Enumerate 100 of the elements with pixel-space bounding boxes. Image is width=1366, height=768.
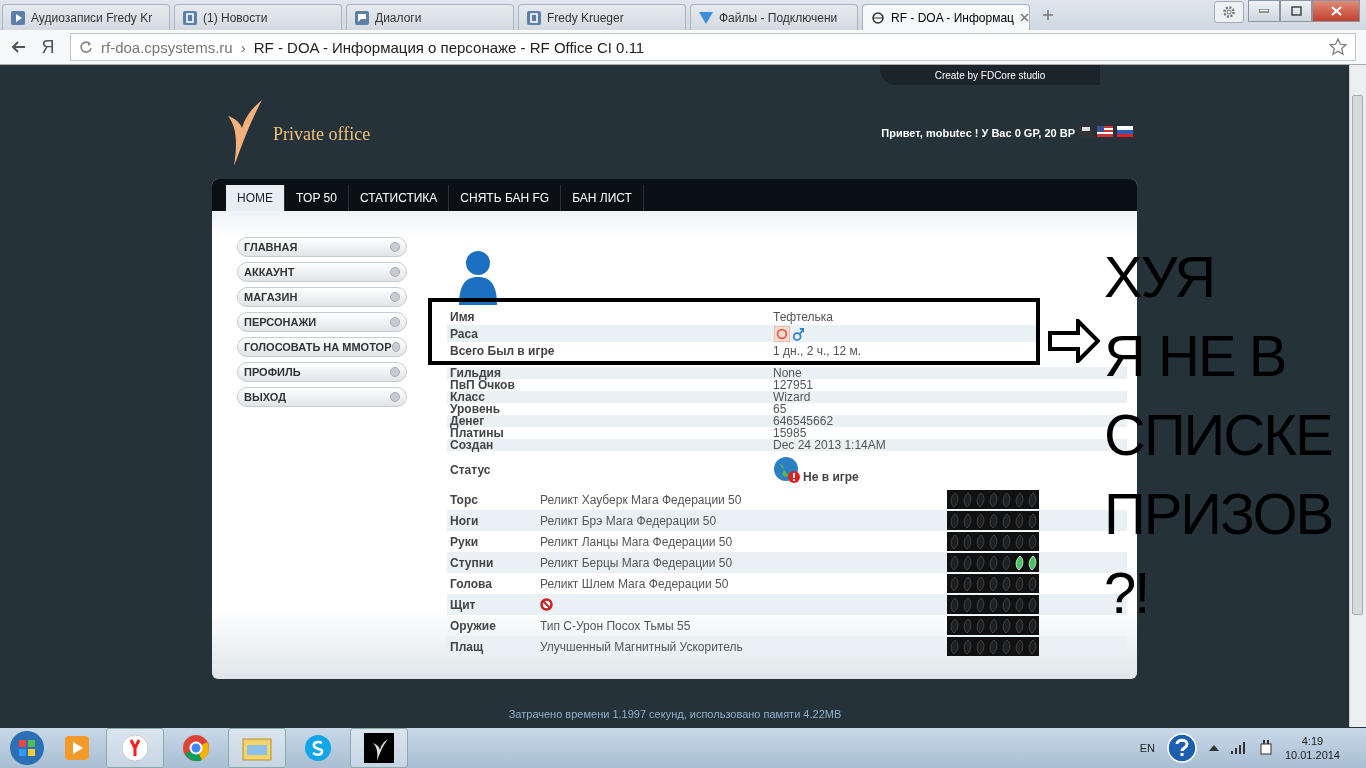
floppy-icon bbox=[1079, 126, 1093, 137]
field-label: Раса bbox=[449, 326, 479, 341]
field-label: Класс bbox=[449, 391, 486, 403]
new-tab-icon[interactable] bbox=[1042, 9, 1054, 21]
nav-tab[interactable]: СТАТИСТИКА bbox=[348, 185, 450, 211]
close-button[interactable] bbox=[1312, 0, 1360, 22]
item-name: Реликт Шлем Мага Федерации 50 bbox=[540, 576, 730, 591]
race-icon bbox=[774, 325, 790, 342]
menu-button[interactable]: ПРОФИЛЬ bbox=[237, 362, 407, 382]
reload-icon[interactable] bbox=[79, 40, 93, 54]
nav-tab[interactable]: БАН ЛИСТ bbox=[561, 185, 644, 211]
field-label: Платины bbox=[449, 427, 505, 439]
male-symbol-icon bbox=[792, 325, 804, 342]
item-name: Реликт Брэ Мага Федерации 50 bbox=[540, 513, 718, 528]
tab-title: Диалоги bbox=[375, 10, 422, 25]
slot-label: Ступни bbox=[449, 555, 495, 570]
arrow-drawing bbox=[1048, 319, 1100, 363]
field-label: Статус bbox=[449, 463, 492, 477]
maximize-button[interactable] bbox=[1280, 0, 1312, 22]
browser-tab[interactable]: Файлы - Подключени bbox=[690, 4, 858, 30]
field-value: Dec 24 2013 1:14AM bbox=[773, 439, 887, 451]
menu-button[interactable]: ВЫХОД bbox=[237, 387, 407, 407]
scrollbar-thumb[interactable] bbox=[1352, 95, 1363, 615]
slot-label: Ноги bbox=[449, 513, 480, 528]
globe-warning-icon bbox=[773, 456, 801, 484]
back-icon[interactable] bbox=[10, 40, 26, 54]
slot-label: Плащ bbox=[449, 639, 485, 654]
help-icon[interactable] bbox=[1166, 733, 1197, 763]
field-label: Создан bbox=[449, 439, 495, 451]
tile-icon bbox=[527, 10, 541, 25]
slot-label: Голова bbox=[449, 576, 493, 591]
tab-title: (1) Новости bbox=[203, 10, 268, 25]
signal-icon[interactable] bbox=[1230, 742, 1247, 754]
settings-button[interactable] bbox=[1214, 1, 1244, 23]
field-value: 127951 bbox=[773, 379, 815, 391]
plug-icon[interactable] bbox=[1258, 740, 1273, 756]
menu-button[interactable]: МАГАЗИН bbox=[237, 287, 407, 307]
browser-tab[interactable]: (1) Новости bbox=[174, 4, 342, 30]
caret-icon[interactable] bbox=[1208, 745, 1219, 751]
menu-button[interactable]: ГОЛОСОВАТЬ НА ММОТОР bbox=[237, 337, 407, 357]
flag-icon[interactable] bbox=[1117, 126, 1133, 137]
clock[interactable]: 4:19 10.01.2014 bbox=[1284, 734, 1340, 762]
nav-tab[interactable]: СНЯТЬ БАН FG bbox=[449, 185, 562, 211]
field-label: Уровень bbox=[449, 403, 502, 415]
field-label: ПвП Очков bbox=[449, 379, 516, 391]
menu-button[interactable]: ГЛАВНАЯ bbox=[237, 237, 407, 257]
field-value: 1 дн., 2 ч., 12 м. bbox=[773, 343, 863, 358]
folder-icon bbox=[242, 735, 272, 761]
field-value: 646545662 bbox=[773, 415, 835, 427]
minimize-button[interactable] bbox=[1248, 0, 1280, 22]
tab-title: Файлы - Подключени bbox=[719, 10, 838, 25]
logo-icon bbox=[364, 733, 394, 763]
item-name: Улучшенный Магнитный Ускоритель bbox=[540, 639, 744, 654]
field-label: Гильдия bbox=[449, 367, 501, 379]
field-label: Имя bbox=[449, 309, 476, 324]
slot-label: Торс bbox=[449, 492, 479, 507]
tab-title: Аудиозаписи Fredy Kr bbox=[31, 10, 153, 25]
nav-tab[interactable]: TOP 50 bbox=[285, 185, 349, 211]
slot-label: Оружие bbox=[449, 618, 497, 633]
chat-app-icon bbox=[304, 734, 332, 762]
close-icon bbox=[1330, 6, 1342, 16]
browser-logo[interactable]: Я bbox=[38, 36, 58, 58]
close-icon[interactable] bbox=[1019, 13, 1029, 22]
browser-tab[interactable]: Аудиозаписи Fredy Kr bbox=[2, 4, 170, 30]
field-value: None bbox=[773, 367, 803, 379]
menu-button[interactable]: ПЕРСОНАЖИ bbox=[237, 312, 407, 332]
user-avatar-icon bbox=[457, 249, 499, 305]
tile-icon bbox=[183, 10, 197, 25]
menu-button[interactable]: АККАУНТ bbox=[237, 262, 407, 282]
browser-icon bbox=[121, 734, 149, 762]
address-field[interactable]: rf-doa.cpsystems.ru › RF - DOA - Информация о персонаже - RF Office CI 0.11 bbox=[70, 33, 1356, 61]
tab-title: Fredy Krueger bbox=[547, 10, 624, 25]
browser-tab[interactable]: Диалоги bbox=[346, 4, 514, 30]
greeting-text: Привет, mobutec ! У Вас 0 GP, 20 BP bbox=[881, 127, 1075, 139]
site-logo-text: Private office bbox=[273, 124, 371, 145]
chat-icon bbox=[355, 10, 369, 25]
nav-tab[interactable]: HOME bbox=[226, 185, 285, 211]
footer-text: Затрачено времени 1.1997 секунд, использовано памяти 4.22MB bbox=[507, 708, 843, 720]
star-icon[interactable] bbox=[1329, 38, 1347, 56]
flag-icon[interactable] bbox=[1097, 126, 1113, 137]
item-name: Реликт Хауберк Мага Федерации 50 bbox=[540, 492, 743, 507]
field-value: Тефтелька bbox=[773, 309, 835, 324]
gear-icon bbox=[1222, 5, 1236, 19]
taskbar-button[interactable] bbox=[350, 728, 408, 768]
play-icon bbox=[11, 10, 25, 25]
browser-icon bbox=[182, 734, 210, 762]
item-name: Реликт Ланцы Мага Федерации 50 bbox=[540, 534, 734, 549]
browser-tab[interactable]: Fredy Krueger bbox=[518, 4, 686, 30]
field-label: Денег bbox=[449, 415, 485, 427]
browser-tab[interactable]: RF - DOA - Информац bbox=[862, 4, 1030, 30]
maximize-icon bbox=[1290, 6, 1302, 16]
media-player-icon[interactable] bbox=[62, 733, 92, 763]
credit-banner: Create by FDCore studio bbox=[880, 65, 1100, 85]
triangle-icon bbox=[699, 10, 713, 25]
language-indicator[interactable]: EN bbox=[1139, 742, 1155, 754]
field-label: Всего Был в игре bbox=[449, 343, 556, 358]
tab-title: RF - DOA - Информац bbox=[891, 10, 1014, 25]
globe-icon bbox=[871, 10, 885, 25]
slot-label: Руки bbox=[449, 534, 480, 549]
status-value: Не в игре bbox=[803, 470, 859, 484]
